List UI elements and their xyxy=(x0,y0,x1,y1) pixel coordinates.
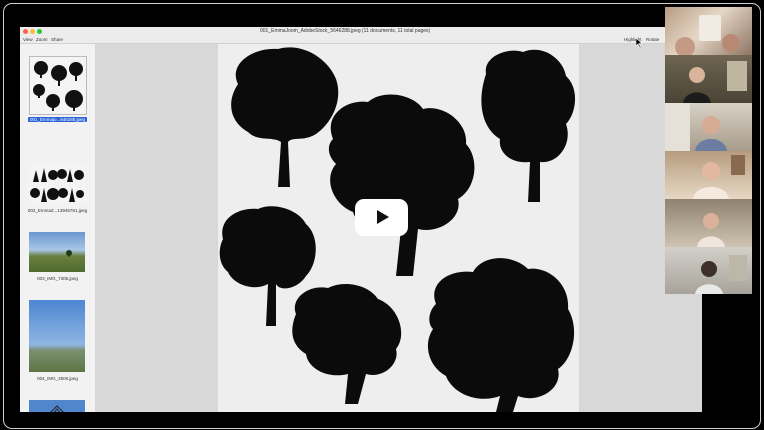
thumbnail-3-label[interactable]: 003_IMG_7305.jpeg xyxy=(20,276,95,281)
thumbnail-4-label[interactable]: 004_IMG_2506.jpeg xyxy=(20,376,95,381)
thumbnail-2-label[interactable]: 002_EmmaZ...13945781.jpeg xyxy=(20,208,95,213)
thumbnail-5[interactable] xyxy=(29,400,85,412)
zoom-window-button[interactable] xyxy=(37,29,42,34)
participant-video-6[interactable] xyxy=(665,247,752,294)
menu-view[interactable]: View xyxy=(23,37,33,42)
thumbnail-sidebar: 001_Emmajo...646288.jpeg 002_EmmaZ...139… xyxy=(20,44,96,412)
window-title: 001_EmmaJoom_AdobeStock_5646288.jpeg (11… xyxy=(260,28,431,34)
play-button[interactable] xyxy=(355,199,408,236)
rotate-button[interactable]: Rotate xyxy=(646,37,659,42)
toolbar: View Zoom Share Highlight Rotate xyxy=(20,36,702,44)
participant-video-3[interactable] xyxy=(665,103,752,151)
thumbnail-1[interactable] xyxy=(29,56,87,115)
thumbnail-2[interactable] xyxy=(29,164,85,204)
mouse-pointer-icon xyxy=(636,38,643,48)
thumbnail-3[interactable] xyxy=(29,232,85,272)
minimize-window-button[interactable] xyxy=(30,29,35,34)
menu-zoom[interactable]: Zoom xyxy=(36,37,48,42)
video-frame: 001_EmmaJoom_AdobeStock_5646288.jpeg (11… xyxy=(3,3,761,429)
menu-share[interactable]: Share xyxy=(51,37,63,42)
participant-video-1[interactable] xyxy=(665,7,752,55)
participant-video-4[interactable] xyxy=(665,151,752,199)
close-window-button[interactable] xyxy=(23,29,28,34)
thumbnail-4[interactable] xyxy=(29,300,85,372)
participant-video-2[interactable] xyxy=(665,55,752,103)
participant-video-5[interactable] xyxy=(665,199,752,247)
thumbnail-1-label[interactable]: 001_Emmajo...646288.jpeg xyxy=(20,117,95,122)
